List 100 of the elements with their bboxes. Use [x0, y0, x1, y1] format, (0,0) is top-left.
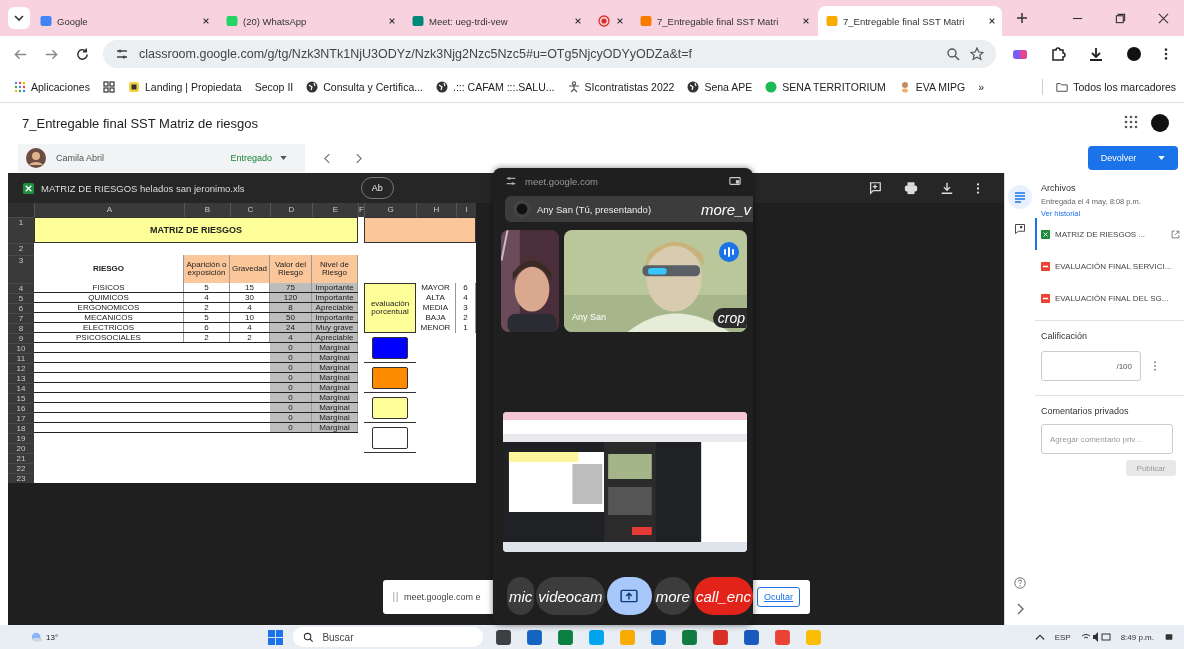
- row-number: 20: [8, 443, 34, 453]
- close-icon[interactable]: [802, 17, 810, 25]
- search-placeholder: Buscar: [322, 631, 354, 643]
- column-header: G: [364, 203, 416, 217]
- taskbar-app-icon[interactable]: [495, 628, 513, 646]
- bookmark[interactable]: Consulta y Certifica...: [306, 81, 423, 93]
- browser-tab[interactable]: Google: [32, 6, 216, 36]
- site-icon: [826, 15, 838, 27]
- close-icon[interactable]: [202, 17, 210, 25]
- row-number: 19: [8, 433, 34, 443]
- language-indicator[interactable]: ESP: [1054, 632, 1071, 642]
- sharing-notice-text: meet.google.com e: [404, 592, 481, 602]
- drag-handle-icon[interactable]: [393, 591, 398, 603]
- file-item[interactable]: MATRIZ DE RIESGOS ...: [1035, 218, 1180, 250]
- status-dropdown[interactable]: Entregado: [230, 153, 287, 163]
- start-button[interactable]: [268, 629, 284, 645]
- browser-tab[interactable]: 7_Entregable final SST Matri: [632, 6, 816, 36]
- browser-tab[interactable]: 7_Entregable final SST Matri: [818, 6, 1002, 36]
- call-control-button[interactable]: videocam: [536, 577, 605, 615]
- tray-chevron-icon[interactable]: [1034, 633, 1045, 641]
- participant-name: Any San: [572, 312, 607, 322]
- profile-avatar-icon[interactable]: [1150, 113, 1170, 133]
- apps-shortcut-button[interactable]: [102, 81, 115, 93]
- return-button[interactable]: Devolver: [1088, 146, 1178, 170]
- row-number: 7: [8, 313, 34, 323]
- all-bookmarks-button[interactable]: Todos los marcadores: [1056, 81, 1176, 93]
- taskbar-app-icon[interactable]: [526, 628, 544, 646]
- help-icon[interactable]: [1014, 577, 1026, 589]
- bookmark[interactable]: SENA TERRITORIUM: [765, 81, 886, 93]
- end-call-button[interactable]: call_enc: [693, 577, 753, 615]
- close-button[interactable]: [1158, 12, 1169, 24]
- bookmark[interactable]: SIcontratistas 2022: [567, 81, 675, 93]
- print-icon[interactable]: [904, 181, 918, 195]
- bookmark[interactable]: Sena APE: [687, 81, 753, 93]
- site-settings-icon[interactable]: [505, 175, 517, 187]
- row-number: 4: [8, 283, 34, 293]
- call-control-button[interactable]: mic: [507, 577, 535, 615]
- clock[interactable]: 8:49 p.m.: [1120, 632, 1154, 642]
- bookmark[interactable]: Aplicaciones: [14, 81, 90, 93]
- network-sound-battery-icon[interactable]: [1080, 631, 1111, 643]
- files-tab-icon[interactable]: [1008, 185, 1032, 209]
- record-icon: [598, 15, 610, 27]
- puzzle-icon[interactable]: [1050, 46, 1066, 62]
- close-icon[interactable]: [616, 17, 624, 25]
- close-icon[interactable]: [988, 17, 996, 25]
- bookmark[interactable]: Landing | Propiedata: [127, 81, 242, 93]
- menu-button[interactable]: [1164, 47, 1168, 61]
- taskbar-app-icon[interactable]: [681, 628, 699, 646]
- file-item[interactable]: EVALUACIÓN FINAL DEL SG...: [1035, 282, 1180, 314]
- cloud-sun-icon: [30, 630, 44, 644]
- file-item[interactable]: EVALUACIÓN FINAL SERVICI...: [1035, 250, 1180, 282]
- restore-button[interactable]: [1115, 12, 1126, 24]
- return-to-tab-icon[interactable]: [729, 175, 741, 187]
- taskbar-app-icon[interactable]: [557, 628, 575, 646]
- row-number: 1: [8, 217, 34, 243]
- row-number: 6: [8, 303, 34, 313]
- bookmark[interactable]: Secop II: [254, 81, 294, 93]
- tab-search-button[interactable]: [8, 7, 30, 29]
- taskbar-app-icon[interactable]: [743, 628, 761, 646]
- row-number: 8: [8, 323, 34, 333]
- weather-widget[interactable]: 13°: [30, 630, 59, 644]
- download-icon[interactable]: [1088, 46, 1104, 62]
- search-field[interactable]: Buscar: [293, 627, 484, 647]
- profile-avatar-icon[interactable]: [1126, 46, 1142, 62]
- zoom-icon[interactable]: [946, 47, 960, 61]
- grade-field[interactable]: /100: [1041, 351, 1141, 381]
- next-button[interactable]: [355, 152, 362, 164]
- more-options-button[interactable]: more_v: [700, 200, 751, 218]
- bookmark[interactable]: EVA MIPG: [898, 81, 966, 93]
- crop-button[interactable]: crop: [712, 308, 747, 328]
- taskbar-app-icon[interactable]: [650, 628, 668, 646]
- close-icon[interactable]: [574, 17, 582, 25]
- comment-icon[interactable]: [1014, 223, 1026, 235]
- bookmark[interactable]: »: [978, 81, 985, 93]
- site-settings-icon[interactable]: [115, 47, 129, 61]
- new-tab-button[interactable]: [1016, 12, 1028, 24]
- taskbar-app-icon[interactable]: [712, 628, 730, 646]
- present-button[interactable]: [606, 577, 652, 615]
- browser-tab[interactable]: (20) WhatsApp: [218, 6, 402, 36]
- hide-button[interactable]: Ocultar: [757, 587, 800, 607]
- previous-button[interactable]: [324, 152, 331, 164]
- close-icon[interactable]: [388, 17, 396, 25]
- bookmark-star-icon[interactable]: [970, 47, 984, 61]
- browser-tab[interactable]: Meet: ueg-trdi-vew: [404, 6, 588, 36]
- comment-field[interactable]: Agregar comentario priv...: [1041, 424, 1173, 454]
- open-external-icon[interactable]: [1171, 229, 1180, 239]
- more-options-button[interactable]: [976, 181, 980, 195]
- call-control-button[interactable]: more: [653, 577, 692, 615]
- table-cell: MEDIA: [416, 303, 456, 313]
- table-cell: QUIMICOS: [34, 293, 184, 303]
- reload-button[interactable]: [75, 46, 90, 62]
- apps-grid-icon[interactable]: [1124, 115, 1140, 131]
- bookmark[interactable]: .::: CAFAM :::.SALU...: [436, 81, 555, 93]
- add-comment-icon[interactable]: [868, 181, 882, 195]
- table-cell: MAYOR: [416, 283, 456, 293]
- column-header: A: [34, 203, 184, 217]
- table-cell: 0: [270, 423, 312, 433]
- row-number: 12: [8, 363, 34, 373]
- address-bar[interactable]: classroom.google.com/g/tg/Nzk3NTk1NjU3ODYz/Nzk3Njg2Nzc5Nzc5#u=OTg5NjcyODYyODZa&t=f: [103, 40, 996, 68]
- notification-icon[interactable]: [1164, 633, 1174, 641]
